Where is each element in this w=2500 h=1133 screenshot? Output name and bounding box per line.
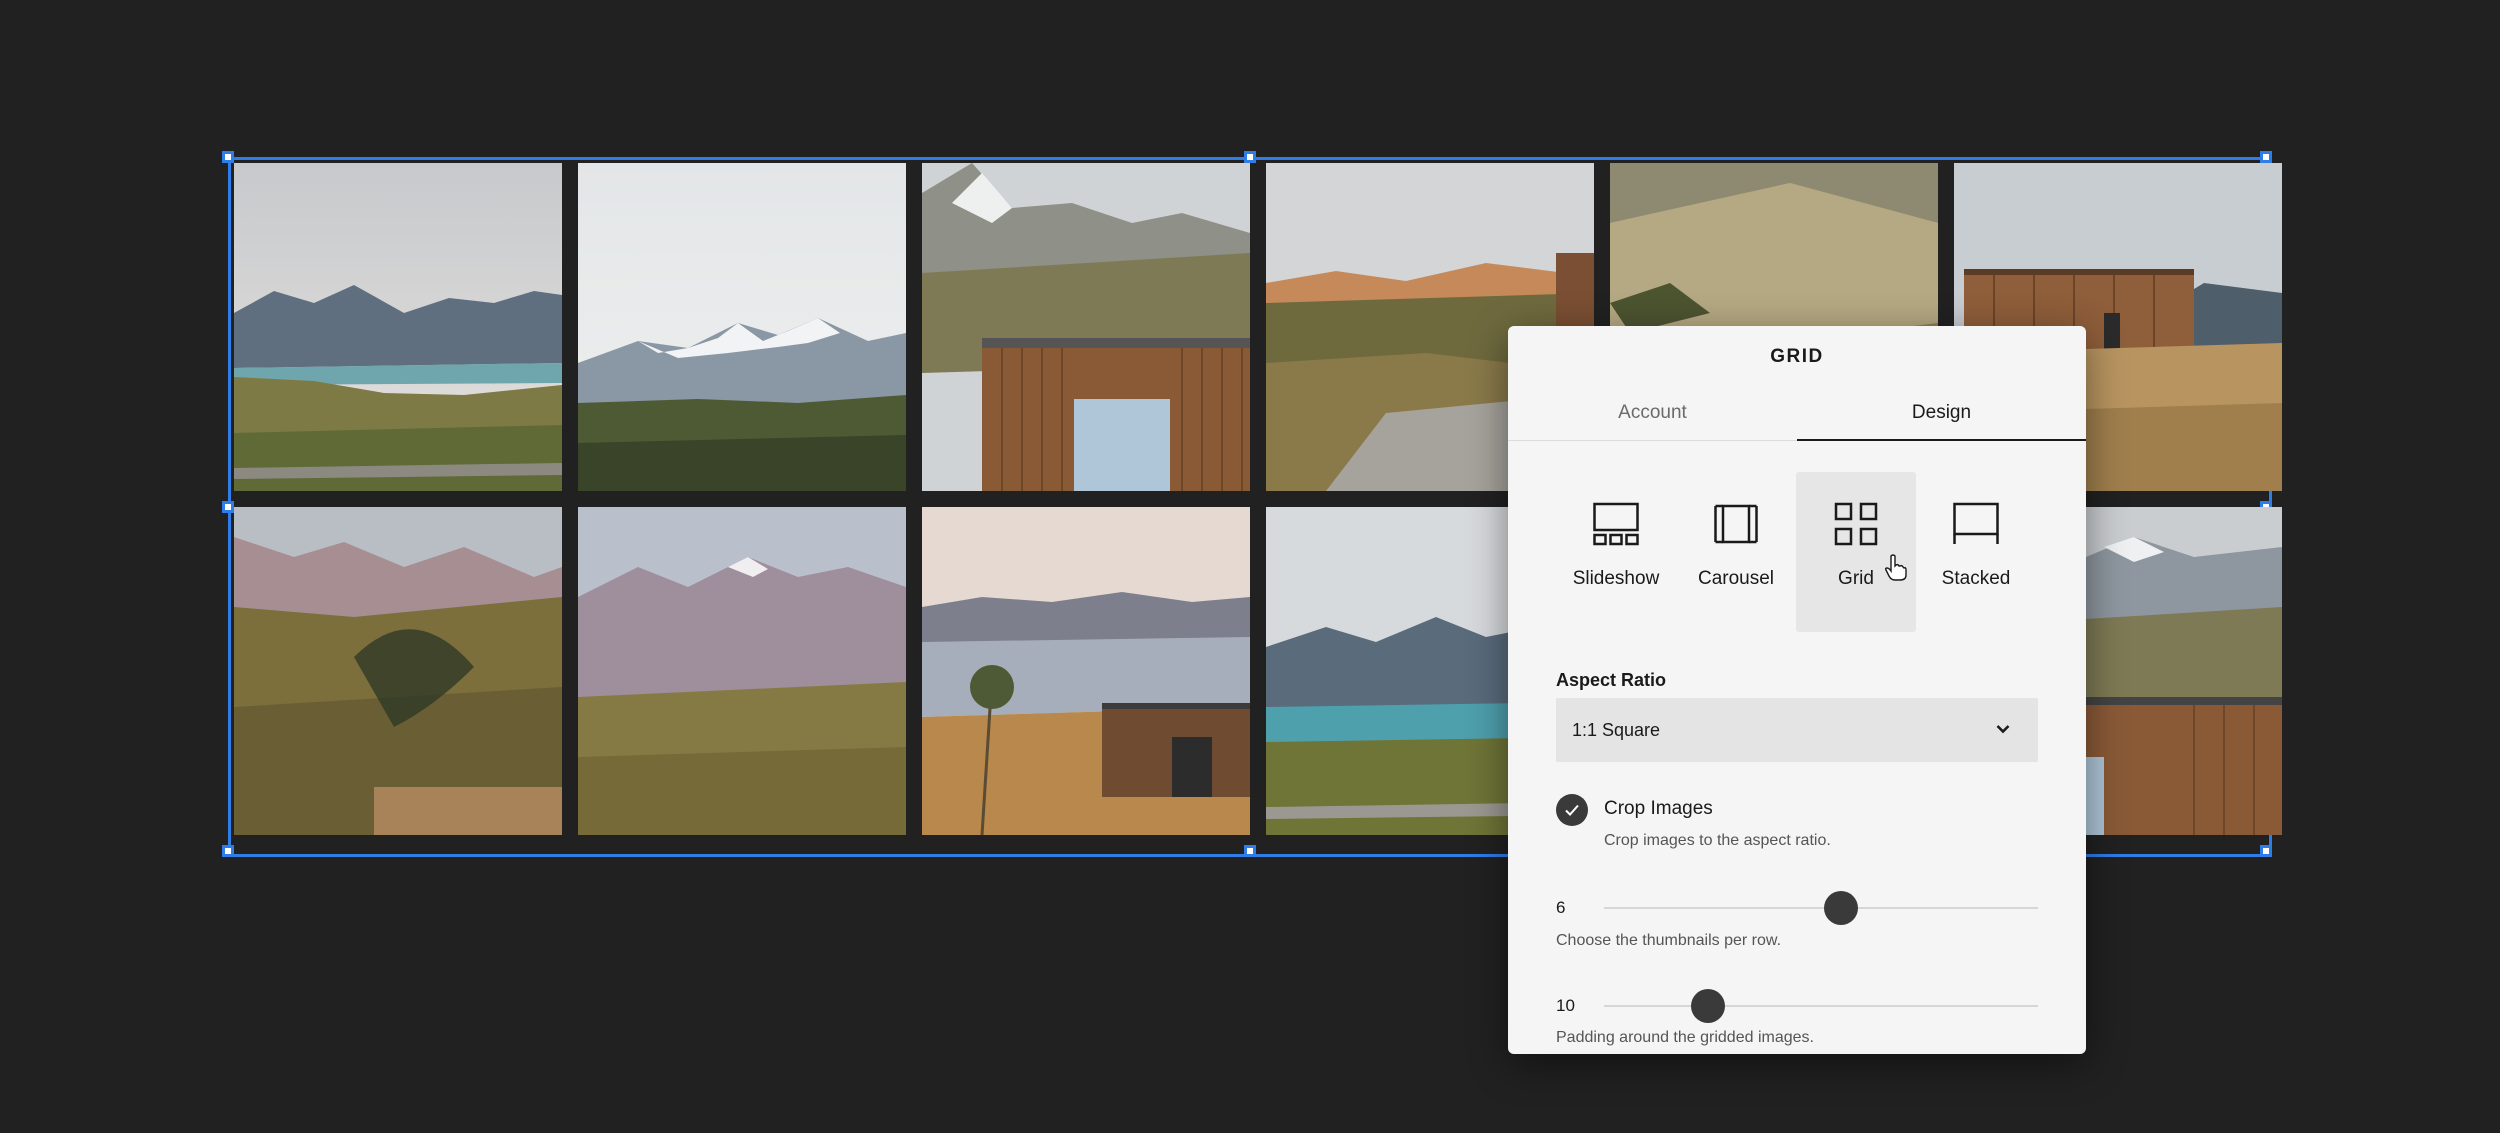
padding-slider[interactable] [1604, 989, 2038, 1023]
layout-option-grid[interactable]: Grid [1796, 472, 1916, 632]
layout-option-label: Carousel [1697, 568, 1775, 589]
grid-settings-panel: GRID Account Design Slideshow Carousel G… [1508, 326, 2086, 1054]
gallery-image-lake-cabin[interactable] [922, 507, 1250, 835]
layout-option-slideshow[interactable]: Slideshow [1556, 472, 1676, 632]
padding-slider-description: Padding around the gridded images. [1556, 1029, 1814, 1046]
gallery-image-mountain-cabin[interactable] [922, 163, 1250, 491]
crop-images-checkbox[interactable] [1556, 794, 1588, 826]
grid-icon [1834, 502, 1878, 546]
thumbnails-slider-value: 6 [1556, 898, 1566, 917]
aspect-ratio-value: 1:1 Square [1572, 720, 1661, 740]
padding-slider-value: 10 [1556, 996, 1575, 1015]
aspect-ratio-label: Aspect Ratio [1556, 670, 1667, 690]
resize-handle-top-right[interactable] [2260, 151, 2272, 163]
layout-option-label: Stacked [1941, 568, 2011, 589]
gallery-image-pink-peaks[interactable] [234, 507, 562, 835]
tab-account[interactable]: Account [1508, 382, 1797, 444]
hand-cursor-icon [1884, 554, 1907, 581]
thumbnails-slider-description: Choose the thumbnails per row. [1556, 932, 1782, 949]
stacked-icon [1953, 502, 1999, 544]
aspect-ratio-select[interactable]: 1:1 Square [1556, 698, 2038, 762]
thumbnails-slider-knob[interactable] [1823, 891, 1858, 925]
tab-design[interactable]: Design [1797, 382, 2086, 444]
padding-slider-knob[interactable] [1691, 989, 1726, 1023]
thumbnails-slider[interactable] [1604, 891, 2038, 925]
resize-handle-middle-left[interactable] [222, 501, 234, 513]
chevron-down-icon [1996, 725, 2010, 734]
layout-option-label: Slideshow [1572, 568, 1660, 589]
resize-handle-top-left[interactable] [222, 151, 234, 163]
carousel-icon [1714, 504, 1758, 544]
checkmark-icon [1565, 804, 1579, 816]
layout-option-carousel[interactable]: Carousel [1676, 472, 1796, 632]
panel-title: GRID [1770, 346, 1824, 367]
resize-handle-top-center[interactable] [1244, 151, 1256, 163]
crop-images-label: Crop Images [1604, 798, 1713, 819]
slideshow-icon [1593, 502, 1639, 546]
active-tab-indicator [1797, 439, 2086, 441]
resize-handle-bottom-left[interactable] [222, 845, 234, 857]
layout-option-stacked[interactable]: Stacked [1916, 472, 2036, 632]
gallery-image-lake-mountains[interactable] [234, 163, 562, 491]
crop-images-description: Crop images to the aspect ratio. [1604, 832, 1831, 849]
gallery-image-pink-mountains[interactable] [578, 507, 906, 835]
gallery-image-snowy-peaks[interactable] [578, 163, 906, 491]
